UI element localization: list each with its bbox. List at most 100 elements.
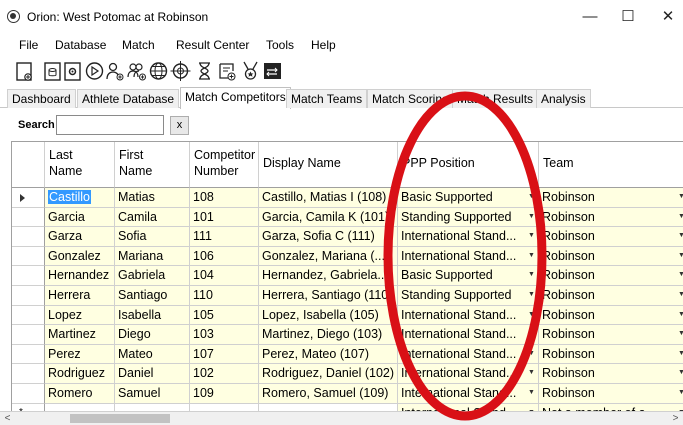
- cell-last-name[interactable]: Romero: [45, 384, 115, 404]
- award-icon[interactable]: [240, 60, 261, 82]
- dropdown-arrow-icon[interactable]: ▼: [675, 345, 683, 363]
- dropdown-arrow-icon[interactable]: ▼: [675, 286, 683, 304]
- dropdown-arrow-icon[interactable]: ▼: [675, 208, 683, 226]
- row-header[interactable]: [12, 344, 45, 365]
- add-result-icon[interactable]: [216, 60, 237, 82]
- row-header[interactable]: [12, 266, 45, 286]
- cell-ppp-position[interactable]: Standing Supported ▼: [398, 286, 539, 306]
- scrollbar-thumb[interactable]: [70, 414, 170, 423]
- cell-display-name[interactable]: Lopez, Isabella (105): [259, 305, 398, 326]
- add-athlete-icon[interactable]: [104, 60, 125, 82]
- cell-ppp-position[interactable]: Basic Supported ▼: [398, 188, 539, 208]
- dropdown-arrow-icon[interactable]: ▼: [525, 325, 538, 343]
- tab-match-teams[interactable]: Match Teams: [286, 89, 368, 108]
- cell-display-name[interactable]: Gonzalez, Mariana (...: [259, 246, 398, 267]
- menu-result-center[interactable]: Result Center: [176, 38, 249, 52]
- cell-first-name[interactable]: Samuel: [115, 384, 190, 404]
- column-header-ppp-position[interactable]: PPP Position: [398, 142, 539, 188]
- cell-ppp-position[interactable]: International Stand... ▼: [398, 325, 539, 345]
- cell-last-name[interactable]: Martinez: [45, 325, 115, 345]
- column-header-competitor-number[interactable]: Competitor Number: [190, 142, 259, 188]
- column-header-last-name[interactable]: Last Name: [45, 142, 115, 188]
- open-database-icon[interactable]: [42, 60, 63, 82]
- dropdown-arrow-icon[interactable]: ▼: [675, 325, 683, 343]
- close-button[interactable]: ✕: [648, 4, 683, 30]
- cell-ppp-position[interactable]: Standing Supported ▼: [398, 207, 539, 228]
- dropdown-arrow-icon[interactable]: ▼: [675, 364, 683, 382]
- cell-team[interactable]: Robinson ▼: [539, 325, 683, 345]
- cell-competitor-number[interactable]: 101: [190, 207, 259, 228]
- dropdown-arrow-icon[interactable]: ▼: [525, 227, 538, 245]
- cell-first-name[interactable]: Diego: [115, 325, 190, 345]
- cell-team[interactable]: Robinson ▼: [539, 227, 683, 247]
- row-header[interactable]: [12, 246, 45, 267]
- cell-last-name[interactable]: Lopez: [45, 305, 115, 326]
- cell-first-name[interactable]: Gabriela: [115, 266, 190, 286]
- dropdown-arrow-icon[interactable]: ▼: [525, 208, 538, 226]
- cell-display-name[interactable]: Rodriguez, Daniel (102): [259, 364, 398, 384]
- cell-team[interactable]: Robinson ▼: [539, 344, 683, 365]
- cell-team[interactable]: Robinson ▼: [539, 364, 683, 384]
- dropdown-arrow-icon[interactable]: ▼: [525, 364, 538, 382]
- cell-first-name[interactable]: Mateo: [115, 344, 190, 365]
- cell-competitor-number[interactable]: 104: [190, 266, 259, 286]
- cell-display-name[interactable]: Castillo, Matias I (108): [259, 188, 398, 208]
- dropdown-arrow-icon[interactable]: ▼: [525, 247, 538, 265]
- row-header[interactable]: [12, 325, 45, 345]
- row-header[interactable]: [12, 286, 45, 306]
- dropdown-arrow-icon[interactable]: ▼: [675, 188, 683, 206]
- cell-display-name[interactable]: Perez, Mateo (107): [259, 344, 398, 365]
- dropdown-arrow-icon[interactable]: ▼: [675, 247, 683, 265]
- tab-match-competitors[interactable]: Match Competitors: [180, 87, 291, 109]
- row-header[interactable]: [12, 305, 45, 326]
- row-header[interactable]: [12, 384, 45, 404]
- menu-file[interactable]: File: [19, 38, 38, 52]
- cell-team[interactable]: Robinson ▼: [539, 286, 683, 306]
- cell-last-name[interactable]: Perez: [45, 344, 115, 365]
- cell-team[interactable]: Robinson ▼: [539, 266, 683, 286]
- clear-search-button[interactable]: x: [170, 116, 189, 135]
- scroll-left-icon[interactable]: <: [0, 412, 15, 425]
- row-header[interactable]: [12, 227, 45, 247]
- cell-last-name[interactable]: Rodriguez: [45, 364, 115, 384]
- cell-last-name[interactable]: Gonzalez: [45, 246, 115, 267]
- menu-help[interactable]: Help: [311, 38, 336, 52]
- cell-ppp-position[interactable]: Basic Supported ▼: [398, 266, 539, 286]
- dropdown-arrow-icon[interactable]: ▼: [525, 188, 538, 206]
- cell-competitor-number[interactable]: 103: [190, 325, 259, 345]
- cell-competitor-number[interactable]: 107: [190, 344, 259, 365]
- cell-first-name[interactable]: Isabella: [115, 305, 190, 326]
- cell-competitor-number[interactable]: 109: [190, 384, 259, 404]
- cell-last-name[interactable]: Hernandez: [45, 266, 115, 286]
- cell-display-name[interactable]: Garza, Sofia C (111): [259, 227, 398, 247]
- dropdown-arrow-icon[interactable]: ▼: [525, 306, 538, 324]
- dropdown-arrow-icon[interactable]: ▼: [675, 227, 683, 245]
- column-header-first-name[interactable]: First Name: [115, 142, 190, 188]
- cell-first-name[interactable]: Mariana: [115, 246, 190, 267]
- tab-analysis[interactable]: Analysis: [536, 89, 591, 108]
- tab-match-results[interactable]: Match Results: [452, 89, 539, 108]
- settings-icon[interactable]: [62, 60, 83, 82]
- scroll-right-icon[interactable]: >: [668, 412, 683, 425]
- menu-database[interactable]: Database: [55, 38, 106, 52]
- dropdown-arrow-icon[interactable]: ▼: [525, 286, 538, 304]
- cell-display-name[interactable]: Garcia, Camila K (101): [259, 207, 398, 228]
- terminal-icon[interactable]: [262, 60, 283, 82]
- cell-ppp-position[interactable]: International Stand... ▼: [398, 344, 539, 365]
- cell-first-name[interactable]: Matias: [115, 188, 190, 208]
- cell-ppp-position[interactable]: International Stand... ▼: [398, 384, 539, 404]
- row-header[interactable]: [12, 364, 45, 384]
- new-document-icon[interactable]: [14, 60, 35, 82]
- minimize-button[interactable]: —: [570, 4, 610, 30]
- dropdown-arrow-icon[interactable]: ▼: [675, 266, 683, 284]
- column-header-team[interactable]: Team: [539, 142, 683, 188]
- cell-team[interactable]: Robinson ▼: [539, 188, 683, 208]
- horizontal-scrollbar[interactable]: < >: [0, 411, 683, 425]
- cell-ppp-position[interactable]: International Stand... ▼: [398, 227, 539, 247]
- cell-first-name[interactable]: Sofia: [115, 227, 190, 247]
- menu-match[interactable]: Match: [122, 38, 155, 52]
- dropdown-arrow-icon[interactable]: ▼: [675, 384, 683, 402]
- cell-last-name[interactable]: Herrera: [45, 286, 115, 306]
- cell-ppp-position[interactable]: International Stand... ▼: [398, 305, 539, 326]
- cell-team[interactable]: Robinson ▼: [539, 207, 683, 228]
